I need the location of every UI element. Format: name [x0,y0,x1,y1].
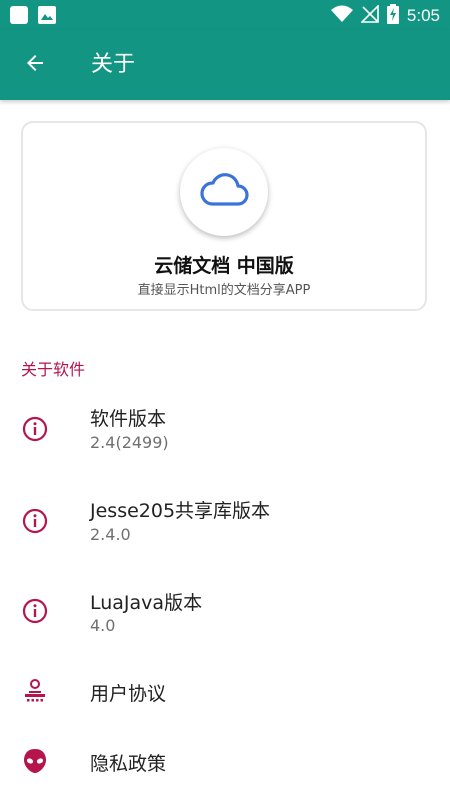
item-title: 软件版本 [90,408,167,430]
back-button[interactable] [18,50,52,80]
app-info-card: 云储文档 中国版 直接显示Html的文档分享APP [21,121,427,311]
item-subtitle: 2.4.0 [90,525,131,544]
item-subtitle: 4.0 [90,616,116,635]
app-logo [180,148,268,236]
status-bar: 5:05 [0,0,450,30]
list-item-user-agreement[interactable]: 用户协议 [0,670,450,716]
wifi-icon [330,5,353,27]
app-name: 云储文档 中国版 [154,255,294,277]
info-icon [20,506,50,536]
app-icon [10,6,28,24]
list-item-luajava-version[interactable]: LuaJava版本 4.0 [0,582,450,658]
no-signal-icon [359,4,379,27]
app-bar: 关于 [0,30,450,100]
list-item-software-version[interactable]: 软件版本 2.4(2499) [0,398,450,474]
page-title: 关于 [91,52,136,77]
info-icon [20,596,50,626]
app-description: 直接显示Html的文档分享APP [137,283,311,298]
battery-charging-icon [386,4,399,28]
item-subtitle: 2.4(2499) [90,433,169,452]
item-title: 用户协议 [90,683,167,705]
item-title: 隐私政策 [90,753,167,775]
item-title: LuaJava版本 [90,592,203,614]
list-item-library-version[interactable]: Jesse205共享库版本 2.4.0 [0,490,450,566]
privacy-alien-icon [20,746,50,776]
item-title: Jesse205共享库版本 [90,500,271,522]
section-header: 关于软件 [21,360,86,379]
arrow-left-icon [23,51,47,79]
cloud-icon [199,172,249,212]
list-item-privacy-policy[interactable]: 隐私政策 [0,740,450,786]
user-agreement-icon [20,678,50,708]
image-icon [38,6,56,28]
status-time: 5:05 [406,6,440,25]
info-icon [20,414,50,444]
